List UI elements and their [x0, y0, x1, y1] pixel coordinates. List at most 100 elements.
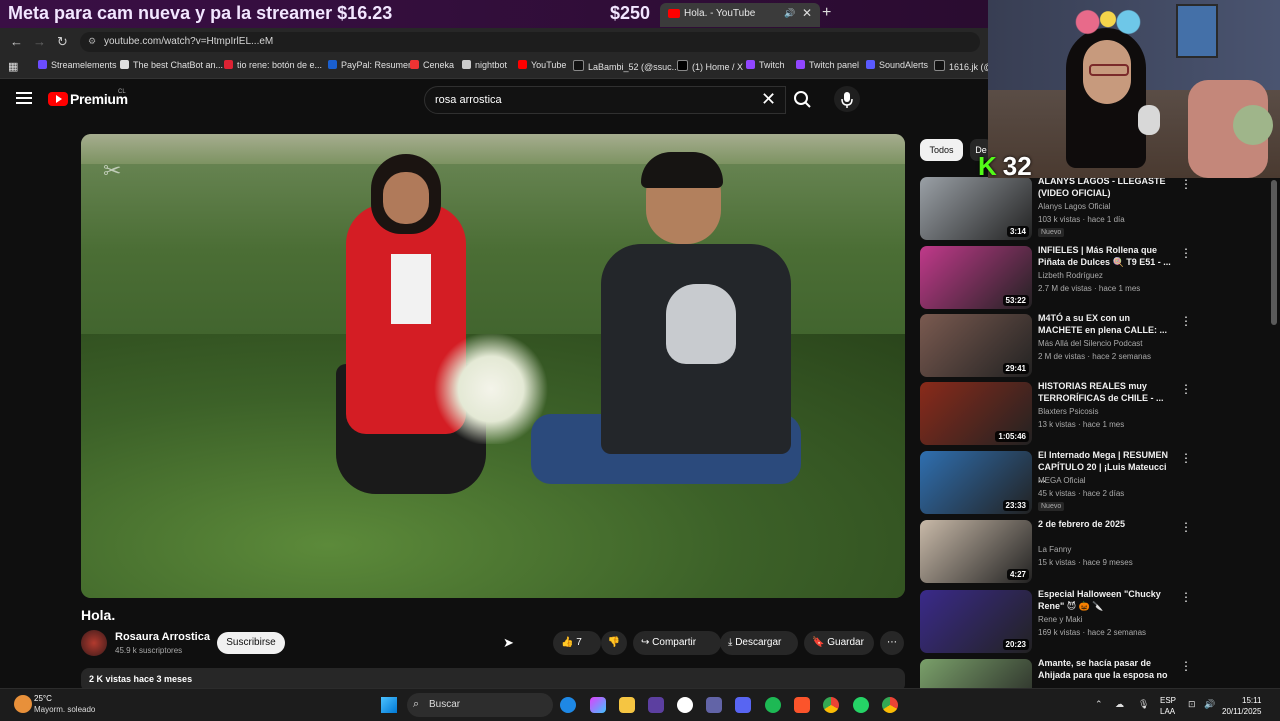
- recommended-video[interactable]: 23:33 El Internado Mega | RESUMEN CAPÍTUL…: [920, 450, 1192, 515]
- copilot-icon[interactable]: [590, 697, 606, 713]
- edge-icon[interactable]: [560, 697, 576, 713]
- obs-icon[interactable]: [648, 697, 664, 713]
- hamburger-menu-icon[interactable]: [16, 92, 32, 107]
- chrome-icon[interactable]: [823, 697, 839, 713]
- taskbar-search[interactable]: ⌕ Buscar: [407, 693, 553, 717]
- more-vertical-icon[interactable]: ⋮: [1180, 382, 1192, 396]
- download-button[interactable]: ⤓ Descargar: [720, 631, 798, 655]
- site-info-icon[interactable]: ⚙: [88, 36, 96, 47]
- recommended-title[interactable]: HISTORIAS REALES muy TERRORÍFICAS de CHI…: [1038, 380, 1174, 404]
- language-indicator[interactable]: ESP LAA: [1160, 695, 1176, 717]
- more-vertical-icon[interactable]: ⋮: [1180, 177, 1192, 191]
- more-vertical-icon[interactable]: ⋮: [1180, 659, 1190, 673]
- video-thumbnail[interactable]: 4:27: [920, 520, 1032, 583]
- chrome-profile-icon[interactable]: [882, 697, 898, 713]
- bookmark-item[interactable]: Streamelements: [38, 60, 117, 70]
- channel-name[interactable]: Rosaura Arrostica: [115, 631, 210, 643]
- youtube-logo-icon[interactable]: [48, 92, 68, 106]
- weather-desc[interactable]: Mayorm. soleado: [34, 705, 95, 714]
- bookmark-item[interactable]: The best ChatBot an...: [120, 60, 223, 70]
- video-player[interactable]: ✂: [81, 134, 905, 598]
- clear-search-icon[interactable]: ✕: [761, 89, 776, 110]
- video-thumbnail[interactable]: 3:14: [920, 177, 1032, 240]
- more-vertical-icon[interactable]: ⋮: [1180, 314, 1192, 328]
- browser-tab[interactable]: Hola. - YouTube 🔊 ✕: [660, 3, 820, 27]
- file-explorer-icon[interactable]: [619, 697, 635, 713]
- channel-avatar[interactable]: [81, 630, 107, 656]
- recommended-channel[interactable]: Más Allá del Silencio Podcast: [1038, 339, 1143, 348]
- recommended-video[interactable]: Amante, se hacía pasar de Ahijada para q…: [920, 659, 1190, 688]
- recommended-channel[interactable]: Rene y Maki: [1038, 615, 1082, 624]
- recommended-title[interactable]: Especial Halloween "Chucky Rene" 😈 🎃 🔪: [1038, 588, 1174, 612]
- recommended-video[interactable]: 29:41 M4TÓ a su EX con un MACHETE en plen…: [920, 312, 1192, 378]
- subscribe-button[interactable]: Suscribirse: [217, 632, 285, 654]
- dislike-button[interactable]: 👎: [601, 631, 627, 655]
- recommended-channel[interactable]: Alanys Lagos Oficial: [1038, 202, 1110, 211]
- recommended-channel[interactable]: La Fanny: [1038, 545, 1071, 554]
- recommended-video[interactable]: 4:27 2 de febrero de 2025 La Fanny 15 k vis…: [920, 518, 1192, 584]
- apps-grid-icon[interactable]: ▦: [8, 60, 18, 73]
- more-vertical-icon[interactable]: ⋮: [1180, 451, 1192, 465]
- video-thumbnail[interactable]: 53:22: [920, 246, 1032, 309]
- search-button[interactable]: [788, 86, 818, 112]
- like-button[interactable]: 👍 7: [553, 631, 601, 655]
- tray-overflow-icon[interactable]: ⌃: [1095, 699, 1103, 710]
- bookmark-item[interactable]: PayPal: Resumen: [328, 60, 413, 70]
- weather-icon[interactable]: [14, 695, 32, 713]
- recommended-video[interactable]: 3:14 ALANYS LAGOS - LLEGASTE (VIDEO OFICI…: [920, 175, 1192, 241]
- scrollbar[interactable]: [1271, 180, 1277, 325]
- bookmark-item[interactable]: LaBambi_52 (@ssuc...: [573, 60, 679, 72]
- clock[interactable]: 15:11 20/11/2025: [1222, 695, 1261, 717]
- back-icon[interactable]: ←: [10, 34, 23, 49]
- more-vertical-icon[interactable]: ⋮: [1180, 590, 1192, 604]
- mic-tray-icon[interactable]: 🎙: [1138, 699, 1149, 710]
- recommended-channel[interactable]: Lizbeth Rodríguez: [1038, 271, 1103, 280]
- bookmark-item[interactable]: YouTube: [518, 60, 566, 70]
- video-thumbnail[interactable]: 20:23: [920, 590, 1032, 653]
- new-tab-button[interactable]: +: [822, 4, 831, 22]
- discord-icon[interactable]: [735, 697, 751, 713]
- weather-temp[interactable]: 25°C: [34, 694, 52, 703]
- spotify-icon[interactable]: [765, 697, 781, 713]
- bookmark-item[interactable]: Twitch panel: [796, 60, 859, 70]
- more-actions-button[interactable]: ⋯: [880, 631, 904, 655]
- reload-icon[interactable]: ↻: [57, 34, 68, 50]
- close-tab-icon[interactable]: ✕: [802, 6, 812, 20]
- voice-search-button[interactable]: [834, 86, 860, 112]
- video-thumbnail[interactable]: [920, 659, 1032, 688]
- bookmark-item[interactable]: Ceneka: [410, 60, 454, 70]
- network-icon[interactable]: ⊡: [1188, 699, 1196, 710]
- game-icon[interactable]: [677, 697, 693, 713]
- bookmark-item[interactable]: SoundAlerts: [866, 60, 928, 70]
- recommended-title[interactable]: ALANYS LAGOS - LLEGASTE (VIDEO OFICIAL): [1038, 175, 1174, 199]
- recommended-title[interactable]: INFIELES | Más Rollena que Piñata de Dul…: [1038, 244, 1174, 268]
- windows-start-icon[interactable]: [381, 697, 397, 713]
- brave-icon[interactable]: [794, 697, 810, 713]
- volume-icon[interactable]: 🔊: [1204, 699, 1215, 710]
- chip-todos[interactable]: Todos: [920, 139, 963, 161]
- onedrive-icon[interactable]: ☁: [1115, 699, 1124, 710]
- teams-icon[interactable]: [706, 697, 722, 713]
- url-field[interactable]: ⚙ youtube.com/watch?v=HtmpIrlEL...eM: [80, 32, 980, 52]
- whatsapp-icon[interactable]: [853, 697, 869, 713]
- share-button[interactable]: ↪ Compartir: [633, 631, 721, 655]
- recommended-title[interactable]: 2 de febrero de 2025: [1038, 518, 1174, 530]
- recommended-video[interactable]: 53:22 INFIELES | Más Rollena que Piñata d…: [920, 244, 1192, 310]
- bookmark-item[interactable]: Twitch: [746, 60, 785, 70]
- recommended-title[interactable]: M4TÓ a su EX con un MACHETE en plena CAL…: [1038, 312, 1174, 336]
- bookmark-item[interactable]: (1) Home / X: [677, 60, 743, 72]
- recommended-title[interactable]: Amante, se hacía pasar de Ahijada para q…: [1038, 659, 1174, 688]
- more-vertical-icon[interactable]: ⋮: [1180, 520, 1192, 534]
- search-input[interactable]: rosa arrostica ✕: [424, 86, 786, 114]
- video-thumbnail[interactable]: 23:33: [920, 451, 1032, 514]
- recommended-video[interactable]: 1:05:46 HISTORIAS REALES muy TERRORÍFICAS…: [920, 380, 1192, 446]
- recommended-channel[interactable]: MEGA Oficial: [1038, 476, 1086, 485]
- more-vertical-icon[interactable]: ⋮: [1180, 246, 1192, 260]
- video-thumbnail[interactable]: 29:41: [920, 314, 1032, 377]
- speaker-icon[interactable]: 🔊: [784, 8, 795, 19]
- recommended-video[interactable]: 20:23 Especial Halloween "Chucky Rene" 😈 …: [920, 588, 1192, 654]
- recommended-channel[interactable]: Blaxters Psicosis: [1038, 407, 1098, 416]
- video-thumbnail[interactable]: 1:05:46: [920, 382, 1032, 445]
- save-button[interactable]: 🔖 Guardar: [804, 631, 874, 655]
- bookmark-item[interactable]: nightbot: [462, 60, 507, 70]
